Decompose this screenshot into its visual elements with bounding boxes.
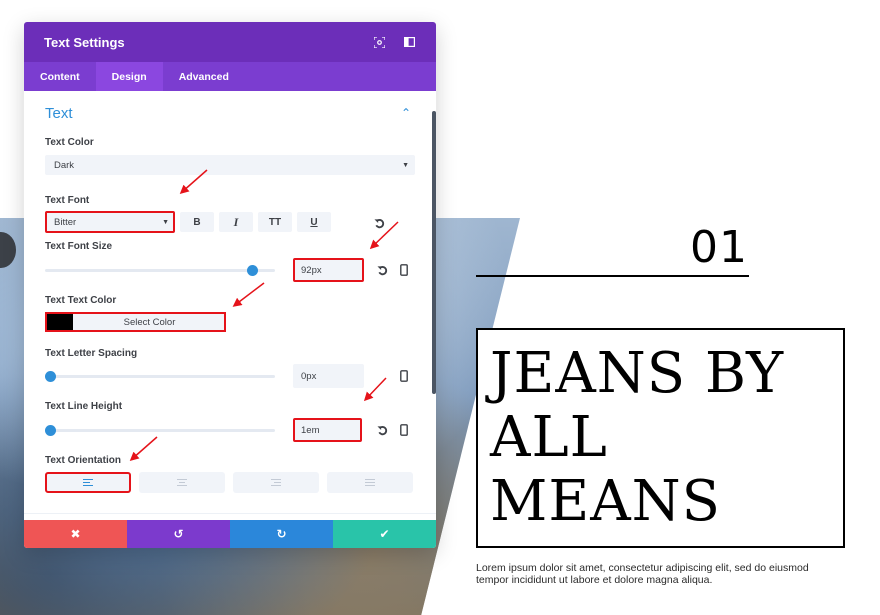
redo-button[interactable]: ↻ — [230, 520, 333, 548]
mobile-icon[interactable] — [398, 423, 410, 437]
letter-spacing-input[interactable]: 0px — [293, 364, 364, 388]
align-justify-icon — [365, 479, 375, 486]
sidebar-toggle-icon[interactable] — [402, 35, 416, 49]
reset-icon[interactable] — [376, 423, 388, 437]
color-swatch[interactable] — [45, 312, 73, 332]
tab-content[interactable]: Content — [24, 62, 96, 91]
headline-line: MEANS — [490, 469, 722, 534]
mobile-icon[interactable] — [398, 263, 410, 277]
underline-button[interactable]: U — [297, 212, 331, 232]
align-left-icon — [83, 479, 93, 486]
text-orientation-label: Text Orientation — [45, 455, 121, 466]
text-settings-modal: Text Settings Content Design Advanced Te… — [24, 22, 436, 548]
modal-body: Text ⌃ Text Color Dark ▼ Text Font Bitte… — [24, 91, 436, 520]
text-text-color-label: Text Text Color — [45, 295, 117, 306]
undo-button[interactable]: ↺ — [127, 520, 230, 548]
redo-icon: ↻ — [276, 527, 287, 541]
letter-spacing-label: Text Letter Spacing — [45, 348, 138, 359]
modal-footer: ✖ ↺ ↻ ✔ — [24, 520, 436, 548]
font-size-slider[interactable] — [45, 264, 275, 276]
align-justify-button[interactable] — [327, 472, 413, 493]
italic-button[interactable]: I — [219, 212, 253, 232]
uppercase-button[interactable]: TT — [258, 212, 292, 232]
align-center-button[interactable] — [139, 472, 225, 493]
reset-icon[interactable] — [373, 216, 385, 230]
headline-line: ALL — [490, 405, 608, 470]
section-header-text[interactable]: Text ⌃ — [45, 103, 415, 123]
headline: JEANS BY ALL MEANS — [490, 342, 833, 534]
body-separator — [24, 513, 436, 514]
save-button[interactable]: ✔ — [333, 520, 436, 548]
divider-line — [476, 275, 749, 277]
dropdown-arrow-icon: ▼ — [402, 161, 409, 169]
slider-handle[interactable] — [44, 370, 56, 382]
tab-advanced[interactable]: Advanced — [163, 62, 245, 91]
line-height-label: Text Line Height — [45, 401, 123, 412]
dropdown-arrow-icon: ▼ — [162, 218, 169, 226]
checkmark-icon: ✔ — [379, 527, 390, 541]
undo-icon: ↺ — [173, 527, 184, 541]
headline-line: JEANS BY — [490, 341, 785, 406]
modal-title: Text Settings — [44, 34, 125, 50]
select-color-button[interactable]: Select Color — [73, 312, 226, 332]
text-font-label: Text Font — [45, 195, 90, 206]
tab-bar: Content Design Advanced — [24, 62, 436, 91]
text-color-value: Dark — [54, 159, 75, 171]
slider-handle[interactable] — [247, 264, 258, 276]
bold-button[interactable]: B — [180, 212, 214, 232]
headline-box: JEANS BY ALL MEANS — [476, 328, 845, 548]
line-height-slider[interactable] — [44, 424, 275, 436]
reset-icon[interactable] — [376, 263, 388, 277]
text-color-label: Text Color — [45, 137, 94, 148]
align-right-button[interactable] — [233, 472, 319, 493]
letter-spacing-slider[interactable] — [44, 370, 275, 382]
font-size-input[interactable]: 92px — [293, 258, 364, 282]
scrollbar[interactable] — [432, 111, 436, 394]
line-height-input[interactable]: 1em — [293, 418, 362, 442]
orientation-options — [45, 472, 415, 493]
cancel-button[interactable]: ✖ — [24, 520, 127, 548]
align-left-button[interactable] — [45, 472, 131, 493]
mobile-icon[interactable] — [398, 369, 410, 383]
section-number: 01 — [690, 222, 748, 273]
align-right-icon — [271, 479, 281, 486]
tab-design[interactable]: Design — [95, 62, 163, 91]
section-title: Text — [45, 104, 73, 122]
text-color-select[interactable]: Dark ▼ — [45, 155, 415, 175]
text-font-value: Bitter — [54, 216, 77, 228]
align-center-icon — [177, 479, 187, 486]
close-icon: ✖ — [70, 527, 81, 541]
text-font-select[interactable]: Bitter ▼ — [45, 211, 175, 233]
slider-handle[interactable] — [44, 424, 56, 436]
text-font-size-label: Text Font Size — [45, 241, 113, 252]
modal-header: Text Settings — [24, 22, 436, 62]
body-text: Lorem ipsum dolor sit amet, consectetur … — [476, 562, 809, 586]
chevron-up-icon[interactable]: ⌃ — [401, 106, 411, 120]
text-color-picker[interactable]: Select Color — [45, 312, 226, 332]
focus-icon[interactable] — [372, 35, 386, 49]
